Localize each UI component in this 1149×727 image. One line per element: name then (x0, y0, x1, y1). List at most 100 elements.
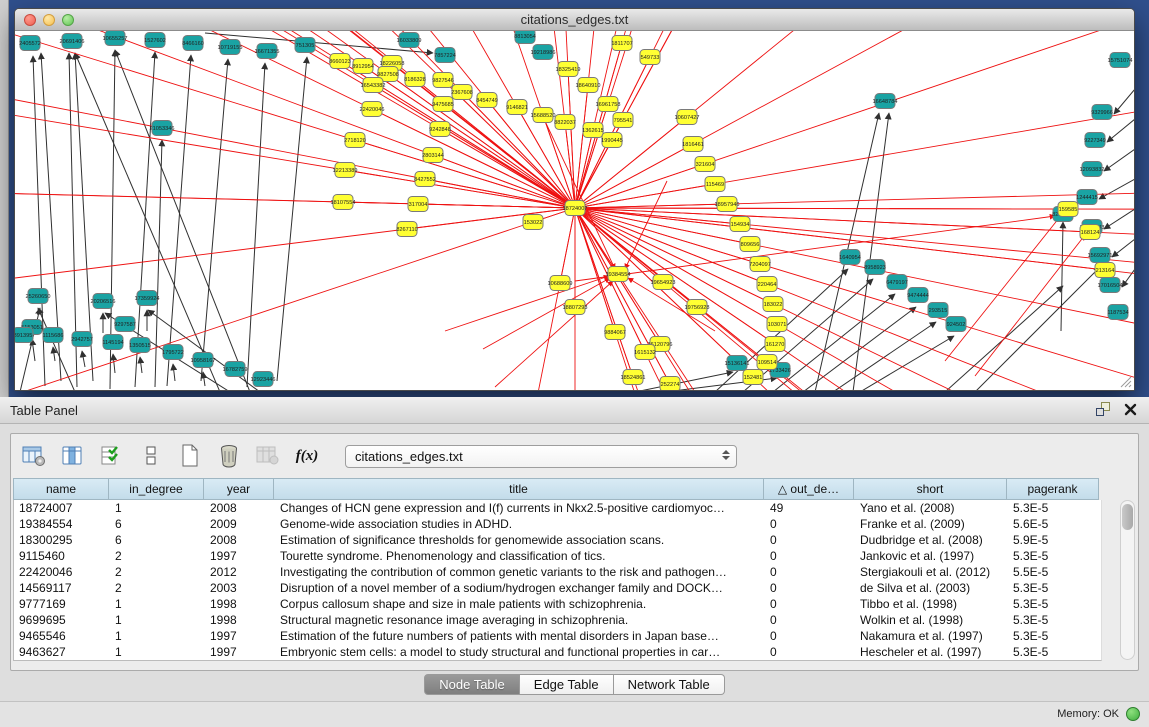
graph-node[interactable]: 2405572 (19, 36, 41, 51)
table-row[interactable]: 1938455462009Genome-wide association stu… (14, 516, 1101, 532)
graph-node[interactable]: 8427552 (414, 172, 436, 187)
column-header-year[interactable]: year (204, 478, 274, 500)
graph-node[interactable]: 7857224 (434, 48, 456, 63)
table-row[interactable]: 911546021997Tourette syndrome. Phenomeno… (14, 548, 1101, 564)
graph-node[interactable]: 213164 (1095, 263, 1115, 278)
table-row[interactable]: 1872400712008Changes of HCN gene express… (14, 500, 1101, 516)
graph-node[interactable]: 22420046 (360, 102, 385, 117)
graph-node[interactable]: 161270 (765, 337, 785, 352)
graph-node[interactable]: 8454749 (476, 93, 498, 108)
memory-status-icon[interactable] (1126, 707, 1140, 721)
graph-node[interactable]: 1811707 (611, 36, 632, 51)
graph-node[interactable]: 9227349 (1084, 133, 1106, 148)
graph-node[interactable]: 1187534 (1107, 305, 1128, 320)
tab-network-table[interactable]: Network Table (614, 674, 725, 695)
column-header-out_de[interactable]: △ out_de… (764, 478, 854, 500)
graph-node[interactable]: 9827546 (432, 73, 454, 88)
graph-node[interactable]: 321604 (695, 157, 715, 172)
graph-node[interactable]: 18957946 (715, 197, 740, 212)
graph-node[interactable]: 15688520 (531, 108, 556, 123)
graph-node[interactable]: 115469 (705, 177, 725, 192)
graph-node[interactable]: 9329966 (1091, 105, 1113, 120)
graph-node[interactable]: 168124 (1080, 225, 1100, 240)
graph-node[interactable]: 154934 (730, 217, 750, 232)
graph-node[interactable]: 16782759 (223, 362, 248, 377)
graph-node[interactable]: 1990445 (601, 133, 623, 148)
window-titlebar[interactable]: citations_edges.txt (15, 9, 1134, 31)
graph-node[interactable]: 19384554 (606, 267, 631, 282)
column-header-in_degree[interactable]: in_degree (109, 478, 204, 500)
graph-node[interactable]: 8186328 (404, 72, 426, 87)
table-row[interactable]: 946362711997Embryonic stem cells: a mode… (14, 644, 1101, 660)
graph-node[interactable]: 12213389 (333, 163, 358, 178)
graph-node[interactable]: 9297587 (114, 317, 136, 332)
graph-node[interactable]: 1362615 (582, 123, 604, 138)
tab-edge-table[interactable]: Edge Table (520, 674, 614, 695)
graph-node[interactable]: 20691406 (60, 34, 85, 49)
graph-node[interactable]: 2718120 (344, 133, 366, 148)
graph-node[interactable]: 809656 (740, 237, 760, 252)
graph-node[interactable]: 9474444 (907, 288, 929, 303)
graph-node[interactable]: 1795722 (162, 345, 184, 360)
graph-node[interactable]: 19654923 (651, 275, 676, 290)
graph-node[interactable]: 8660123 (329, 54, 351, 69)
graph-node[interactable]: 10607427 (675, 110, 700, 125)
graph-node[interactable]: 19218986 (531, 45, 556, 60)
graph-node[interactable]: 16543382 (361, 78, 386, 93)
graph-node[interactable]: 7204097 (749, 257, 771, 272)
column-header-short[interactable]: short (854, 478, 1007, 500)
graph-node[interactable]: 10655257 (103, 31, 128, 46)
graph-node[interactable]: 8958923 (864, 260, 886, 275)
graph-node[interactable]: 252274 (660, 377, 680, 391)
column-header-title[interactable]: title (274, 478, 764, 500)
tab-node-table[interactable]: Node Table (424, 674, 520, 695)
graph-node[interactable]: 293515 (928, 303, 948, 318)
graph-node[interactable]: 12923446 (251, 372, 276, 387)
graph-node[interactable]: 2803144 (422, 148, 444, 163)
graph-node[interactable]: 12093832 (1080, 162, 1105, 177)
table-row[interactable]: 946554611997Estimation of the future num… (14, 628, 1101, 644)
table-scrollbar-thumb[interactable] (1122, 504, 1133, 530)
graph-node[interactable]: 1145194 (102, 335, 123, 350)
graph-node[interactable]: 8912954 (352, 59, 374, 74)
graph-node[interactable]: 17359924 (135, 291, 160, 306)
graph-node[interactable]: 1816461 (682, 137, 704, 152)
network-canvas[interactable]: 2405572206914061065525715276028466160107… (15, 31, 1134, 390)
table-row[interactable]: 1456911722003Disruption of a novel membe… (14, 580, 1101, 596)
table-row[interactable]: 969969511998Structural magnetic resonanc… (14, 612, 1101, 628)
graph-node[interactable]: 15751074 (1108, 53, 1133, 68)
graph-node[interactable]: 795541 (613, 113, 633, 128)
graph-node[interactable]: 152481 (743, 370, 763, 385)
table-scrollbar[interactable] (1120, 500, 1135, 660)
import-table-icon[interactable] (255, 444, 281, 468)
graph-node[interactable]: 109514 (757, 355, 777, 370)
graph-node[interactable]: 8822037 (554, 115, 576, 130)
graph-node[interactable]: 18807293 (563, 300, 588, 315)
graph-node[interactable]: 1640954 (839, 250, 861, 265)
graph-node[interactable]: 25260650 (26, 289, 51, 304)
graph-node[interactable]: 6479197 (886, 275, 908, 290)
graph-node[interactable]: 16648784 (873, 94, 898, 109)
select-rows-icon[interactable] (99, 444, 125, 468)
graph-node[interactable]: 220464 (757, 277, 777, 292)
table-selector-dropdown[interactable]: citations_edges.txt (345, 445, 737, 468)
graph-node[interactable]: 15136141 (725, 356, 750, 371)
table-row[interactable]: 1830029562008Estimation of significance … (14, 532, 1101, 548)
graph-node[interactable]: 1244415 (1076, 190, 1098, 205)
graph-node[interactable]: 1115686 (43, 328, 64, 343)
graph-node[interactable]: 2942757 (71, 332, 93, 347)
graph-node[interactable]: 18325419 (556, 62, 581, 77)
row-height-icon[interactable] (138, 444, 164, 468)
graph-node[interactable]: 8813054 (514, 31, 536, 44)
table-row[interactable]: 977716911998Corpus callosum shape and si… (14, 596, 1101, 612)
graph-node[interactable]: 9475685 (432, 97, 454, 112)
graph-node[interactable]: 8466160 (182, 36, 204, 51)
graph-node[interactable]: 1350515 (129, 338, 151, 353)
window-resize-grip[interactable] (1118, 374, 1132, 388)
table-row[interactable]: 2242004622012Investigating the contribut… (14, 564, 1101, 580)
delete-table-icon[interactable] (216, 444, 242, 468)
graph-node[interactable]: 10719155 (218, 40, 243, 55)
table-settings-icon[interactable] (21, 444, 47, 468)
graph-node[interactable]: 9242848 (429, 122, 451, 137)
show-columns-icon[interactable] (60, 444, 86, 468)
